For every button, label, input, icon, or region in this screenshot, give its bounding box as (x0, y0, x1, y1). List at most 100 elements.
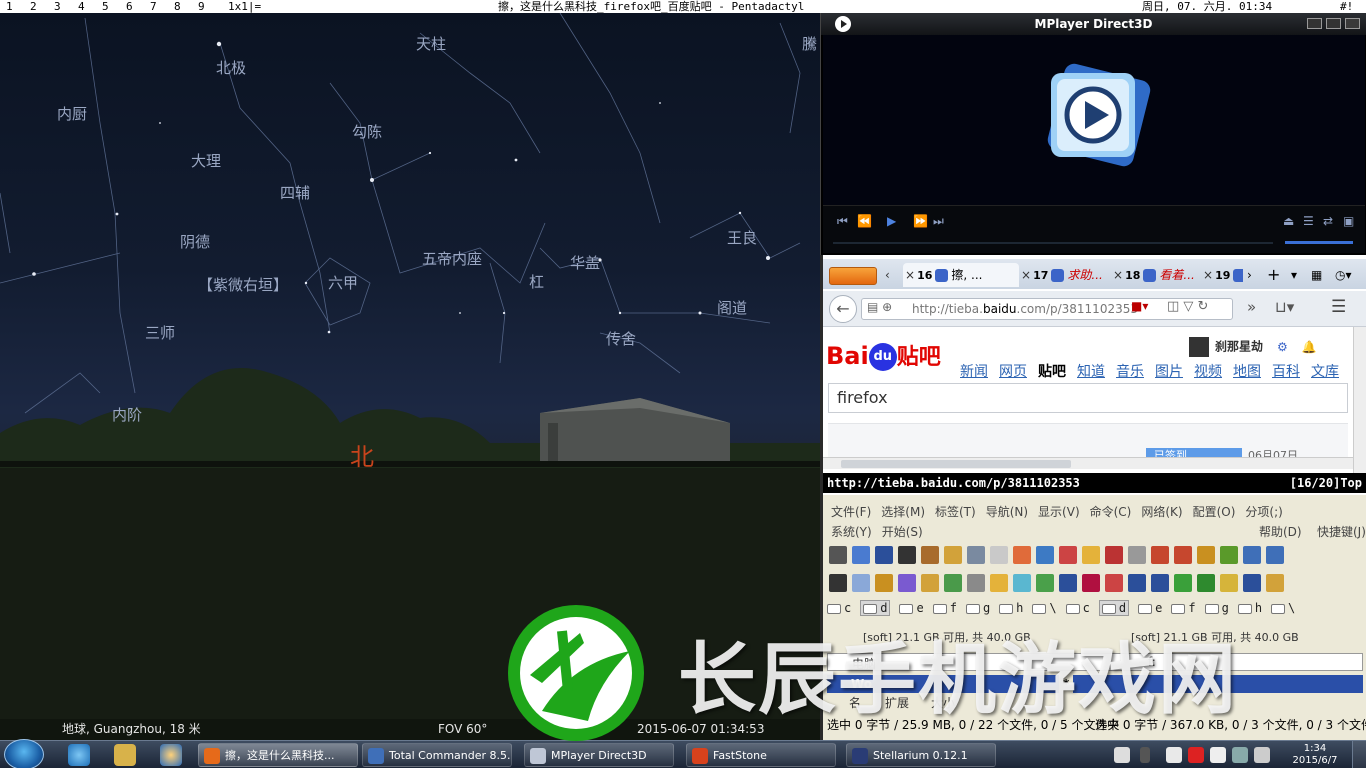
avatar[interactable] (1189, 337, 1209, 357)
settings-gear-icon[interactable]: ⚙ (1277, 340, 1288, 354)
menu-item[interactable]: 命令(C) (1090, 505, 1132, 519)
column-size-header[interactable]: 大小 (931, 694, 955, 711)
disk-icon[interactable] (967, 574, 985, 592)
refresh-icon[interactable] (852, 546, 870, 564)
nav-link[interactable]: 百科 (1272, 364, 1300, 380)
tab-scroll-right-icon[interactable]: › (1247, 263, 1261, 287)
ie-icon[interactable] (68, 744, 90, 766)
right-panel-tab[interactable]: * (1059, 675, 1074, 693)
mplayer-titlebar[interactable]: MPlayer Direct3D (821, 13, 1366, 35)
show-desktop-button[interactable] (1352, 741, 1366, 768)
seek-bar[interactable] (833, 242, 1273, 244)
drive-button[interactable]: c (1066, 601, 1090, 615)
username-link[interactable]: 刹那星劫 (1215, 340, 1263, 354)
horizontal-scrollbar[interactable] (823, 457, 1353, 469)
pack-icon[interactable] (1059, 546, 1077, 564)
tab[interactable]: × 16 擦, ... (903, 263, 1019, 287)
baidu-tieba-logo[interactable]: Bai du 贴吧 (826, 339, 941, 371)
tree-icon[interactable] (921, 574, 939, 592)
nav-link[interactable]: 图片 (1155, 364, 1183, 380)
nav-link[interactable]: 音乐 (1116, 364, 1144, 380)
menu-item[interactable]: 导航(N) (986, 505, 1028, 519)
menu-item[interactable]: 分项(;) (1245, 505, 1282, 519)
taskbar-item-total-commander[interactable]: Total Commander 8.5... (362, 743, 512, 767)
tab[interactable]: × 17 求助... (1021, 263, 1111, 287)
eject-icon[interactable]: ⏏ (1283, 214, 1294, 228)
rewind-icon[interactable]: ⏪ (857, 214, 872, 228)
drive-button[interactable]: e (899, 601, 923, 615)
history-icon[interactable]: ◷▾ (1335, 263, 1363, 287)
taskbar-item-mplayer[interactable]: MPlayer Direct3D (524, 743, 674, 767)
menu-item[interactable]: 显示(V) (1038, 505, 1080, 519)
tools-icon[interactable] (921, 546, 939, 564)
column-name-header[interactable]: 名 (849, 694, 861, 711)
network-icon[interactable] (875, 574, 893, 592)
nav-link[interactable]: 文库 (1311, 364, 1339, 380)
menu-item[interactable]: 配置(O) (1193, 505, 1236, 519)
bookmark-icon[interactable]: ◫ ▽ ↻ (1167, 299, 1208, 314)
repeat-icon[interactable]: ⇄ (1323, 214, 1333, 228)
skip-back-icon[interactable]: ⏮ (837, 214, 848, 229)
nav-link[interactable]: 网页 (999, 364, 1027, 380)
binoculars-icon[interactable] (829, 574, 847, 592)
taskbar-item-firefox[interactable]: 擦，这是什么黑科技... (198, 743, 358, 767)
left-path[interactable]: 电脑 (852, 655, 876, 672)
workspace-tag[interactable]: 6 (126, 0, 150, 13)
back-icon[interactable] (1151, 546, 1169, 564)
vertical-scrollbar[interactable] (1353, 327, 1366, 477)
dos-icon[interactable] (829, 546, 847, 564)
nav-link[interactable]: 新闻 (960, 364, 988, 380)
addon-icon[interactable]: ■▾ (1131, 299, 1148, 313)
tray-security-icon[interactable] (1188, 747, 1204, 763)
workspace-tag[interactable]: 9 (198, 0, 222, 13)
drive-button-active[interactable]: d (1098, 600, 1130, 616)
menu-item[interactable]: 帮助(D) (1259, 523, 1302, 540)
thumbnails-icon[interactable] (944, 546, 962, 564)
grid-icon[interactable] (852, 574, 870, 592)
save-red-icon[interactable] (1082, 574, 1100, 592)
menu-item[interactable]: 网络(K) (1141, 505, 1182, 519)
media-icon[interactable] (160, 744, 182, 766)
site-identity-icon[interactable]: ▤ ⊕ (867, 300, 892, 314)
notification-bell-icon[interactable]: 🔔 (1302, 340, 1317, 354)
eraser-icon[interactable] (1013, 574, 1031, 592)
drive-button[interactable]: g (966, 601, 990, 615)
drive-button[interactable]: \ (1271, 601, 1295, 615)
new-tab-icon[interactable]: + (1267, 263, 1285, 287)
tab-scroll-left-icon[interactable]: ‹ (885, 263, 899, 287)
close-tab-icon[interactable]: × (1021, 268, 1031, 282)
taskbar-clock[interactable]: 1:34 2015/6/7 (1290, 743, 1340, 767)
maximize-button[interactable] (1326, 18, 1341, 29)
tab[interactable]: × 18 看着... (1113, 263, 1201, 287)
fullscreen-icon[interactable]: ▣ (1343, 214, 1354, 228)
tray-p-icon[interactable] (1114, 747, 1130, 763)
compare-icon[interactable] (1036, 546, 1054, 564)
tray-device-icon[interactable] (1166, 747, 1182, 763)
brief-view-icon[interactable] (990, 546, 1008, 564)
workspace-tag[interactable]: 5 (102, 0, 126, 13)
forward-icon[interactable] (1174, 546, 1192, 564)
overflow-icon[interactable]: » (1247, 298, 1256, 316)
menu-item[interactable]: 开始(S) (882, 525, 923, 539)
close-button[interactable] (1345, 18, 1360, 29)
list-view-icon[interactable] (967, 546, 985, 564)
blue-disk-icon[interactable] (1243, 574, 1261, 592)
green-save-icon[interactable] (1197, 574, 1215, 592)
tab[interactable]: × 19 (1203, 263, 1243, 287)
scrollbar-thumb[interactable] (841, 460, 1071, 468)
folder-icon[interactable] (990, 574, 1008, 592)
drive-button[interactable]: \ (1032, 601, 1056, 615)
drive-button[interactable]: h (999, 601, 1023, 615)
layout-indicator[interactable]: 1x1|= (228, 0, 261, 13)
drive-button[interactable]: g (1205, 601, 1229, 615)
explorer-icon[interactable] (114, 744, 136, 766)
drive-button-active[interactable]: d (860, 600, 891, 616)
copy-icon[interactable] (1013, 546, 1031, 564)
tieba-search-input[interactable]: firefox (828, 383, 1348, 413)
sync-icon[interactable] (1197, 546, 1215, 564)
tab-groups-icon[interactable]: ▦ (1311, 263, 1329, 287)
video-area[interactable] (823, 35, 1365, 205)
unpack-icon[interactable] (1082, 546, 1100, 564)
menu-item[interactable]: 标签(T) (935, 505, 976, 519)
drive-button[interactable]: f (1171, 601, 1195, 615)
